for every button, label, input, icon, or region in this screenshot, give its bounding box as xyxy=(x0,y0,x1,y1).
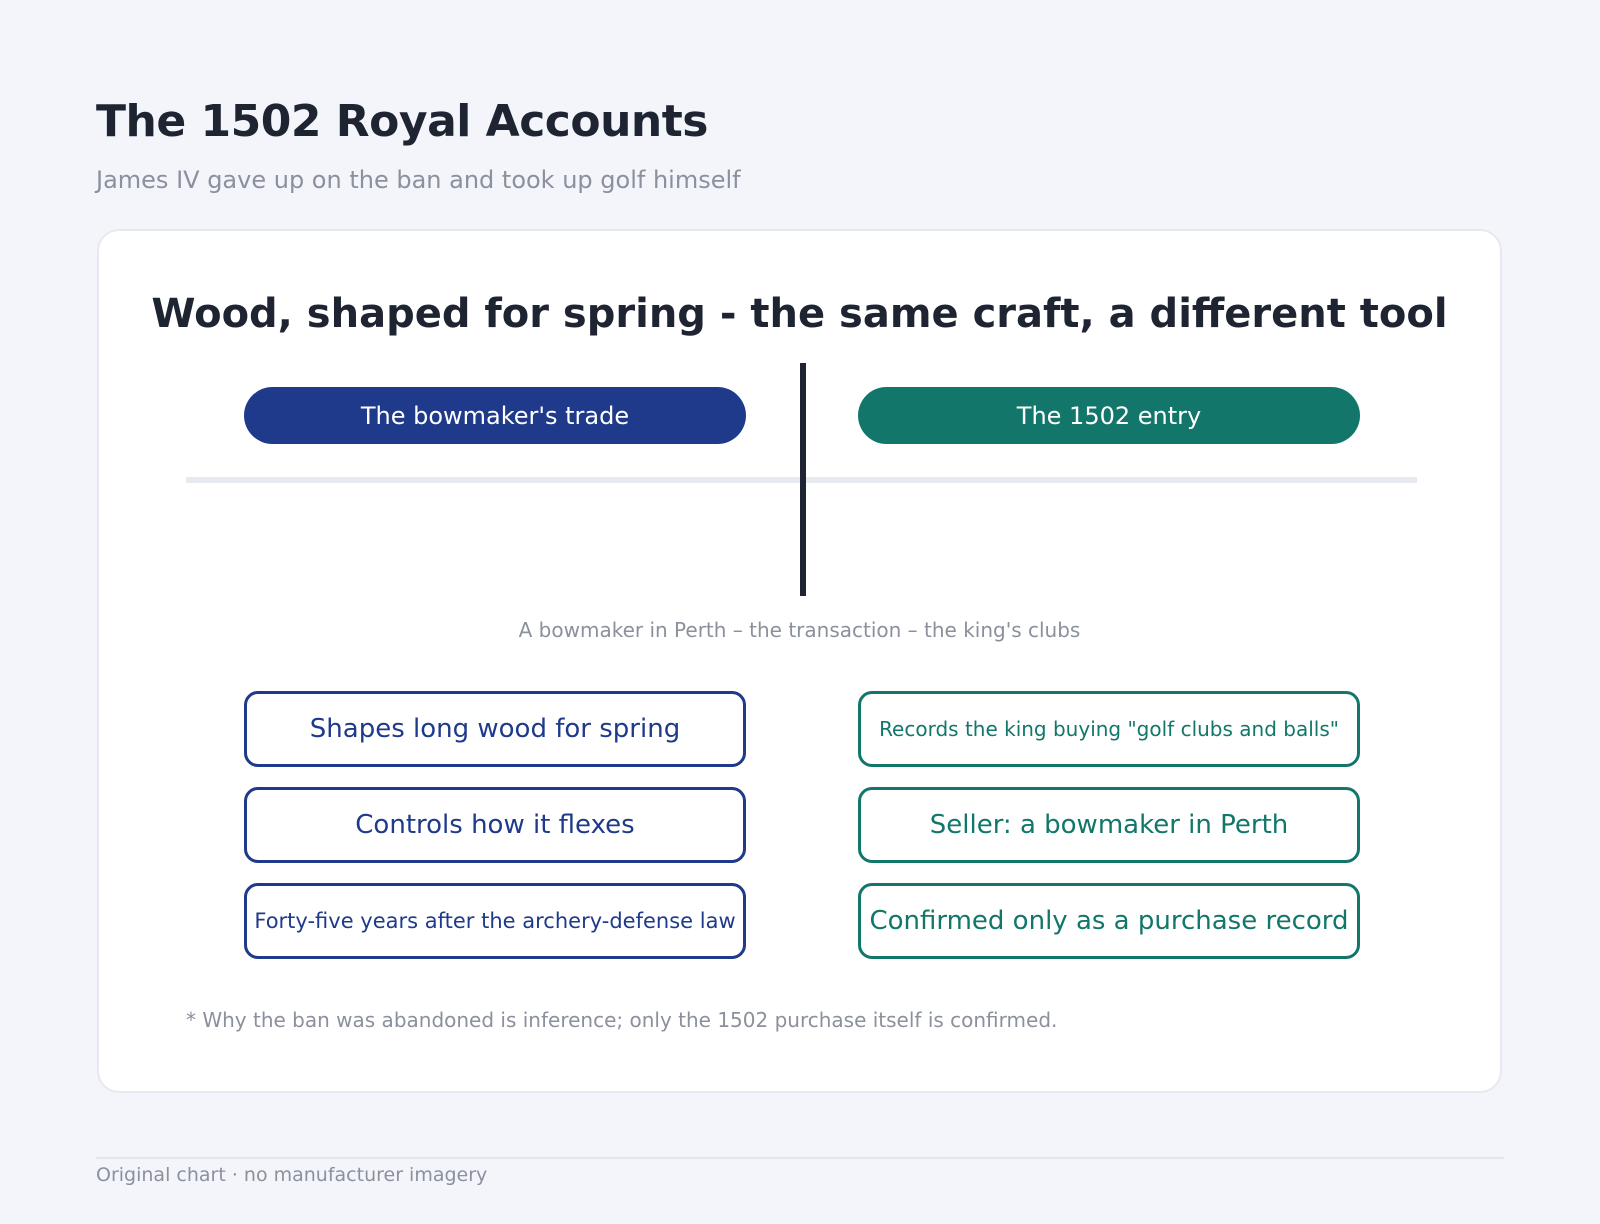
bowmaker-trade-header: The bowmaker's trade xyxy=(244,387,746,444)
diagram-caption: A bowmaker in Perth – the transaction – … xyxy=(518,618,1081,642)
bowmaker-item-shapes-wood: Shapes long wood for spring xyxy=(244,691,746,767)
footer-divider xyxy=(96,1157,1504,1159)
footer-note: Original chart · no manufacturer imagery xyxy=(96,1164,488,1186)
entry-1502-header: The 1502 entry xyxy=(858,387,1360,444)
footnote: * Why the ban was abandoned is inference… xyxy=(186,1008,1058,1032)
bowmaker-item-forty-five-years: Forty-five years after the archery-defen… xyxy=(244,883,746,959)
vertical-divider xyxy=(800,363,806,596)
entry-item-seller: Seller: a bowmaker in Perth xyxy=(858,787,1360,863)
bowmaker-item-controls-flex: Controls how it flexes xyxy=(244,787,746,863)
entry-item-confirmed: Confirmed only as a purchase record xyxy=(858,883,1360,959)
page-subtitle: James IV gave up on the ban and took up … xyxy=(96,166,741,194)
entry-item-king-buying: Records the king buying "golf clubs and … xyxy=(858,691,1360,767)
page-title: The 1502 Royal Accounts xyxy=(96,96,708,147)
diagram-card: Wood, shaped for spring - the same craft… xyxy=(97,229,1502,1093)
diagram-title: Wood, shaped for spring - the same craft… xyxy=(151,291,1448,337)
